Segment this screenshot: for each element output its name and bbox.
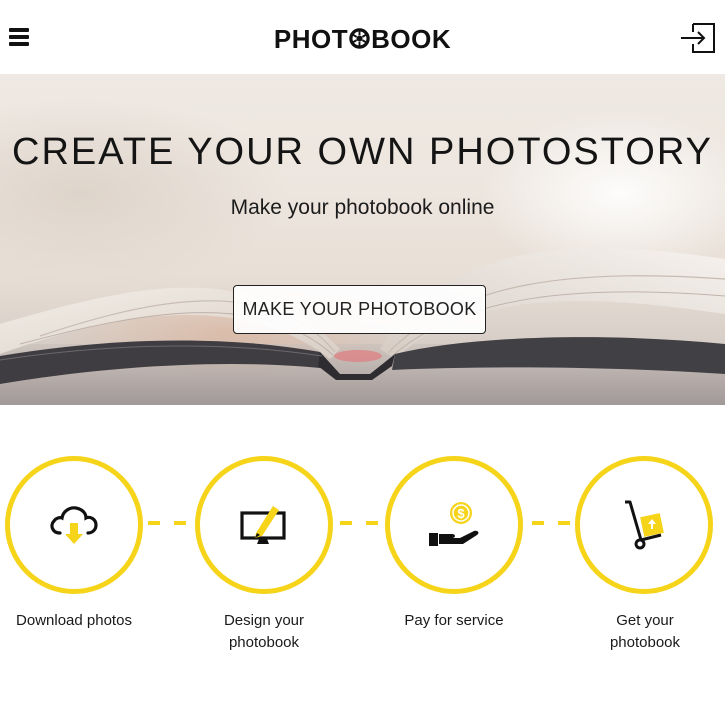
step-circle-design xyxy=(195,456,333,594)
top-header: PHOT BOOK xyxy=(0,0,725,74)
hero-title: CREATE YOUR OWN PHOTOSTORY xyxy=(12,131,713,173)
step-circle-pay: $ xyxy=(385,456,523,594)
svg-text:$: $ xyxy=(457,506,465,521)
make-photobook-button[interactable]: MAKE YOUR PHOTOBOOK xyxy=(233,285,486,334)
steps-section: $ Download photos Design your photobook … xyxy=(0,405,725,728)
step-label-download: Download photos xyxy=(16,612,132,629)
cloud-download-icon xyxy=(50,506,98,544)
step-circle-download xyxy=(5,456,143,594)
hand-coin-icon: $ xyxy=(429,502,479,546)
site-logo[interactable]: PHOT BOOK xyxy=(0,22,725,54)
monitor-pen-icon xyxy=(240,506,286,544)
aperture-icon xyxy=(349,27,370,49)
step-connector xyxy=(532,521,572,525)
step-connector xyxy=(148,521,188,525)
logo-text-part2: BOOK xyxy=(371,23,452,54)
step-label-pay: Pay for service xyxy=(404,612,504,629)
step-label-get: Get your photobook xyxy=(609,612,681,651)
hero-subtitle: Make your photobook online xyxy=(230,196,495,219)
hero-banner: CREATE YOUR OWN PHOTOSTORY Make your pho… xyxy=(0,74,725,405)
logo-text-part1: PHOT xyxy=(273,23,349,54)
step-label-design: Design your photobook xyxy=(223,612,305,651)
hand-truck-box-icon xyxy=(625,500,664,550)
open-book-background xyxy=(0,248,725,405)
sign-in-arrow-icon[interactable] xyxy=(679,22,717,54)
step-circle-get xyxy=(575,456,713,594)
step-connector xyxy=(340,521,380,525)
